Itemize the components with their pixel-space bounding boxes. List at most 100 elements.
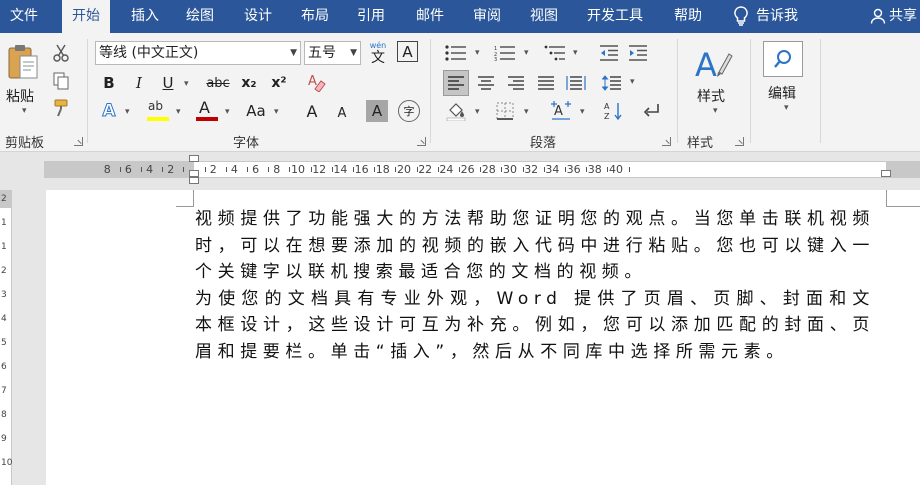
superscript-button[interactable]: x² — [268, 73, 290, 93]
align-right-icon[interactable] — [504, 71, 528, 95]
right-indent-handle[interactable] — [881, 170, 891, 177]
font-group-label: 字体 — [233, 136, 260, 151]
styles-label[interactable]: 样式 — [697, 86, 725, 106]
text-effects-dropdown-icon[interactable]: ▾ — [125, 107, 130, 117]
subscript-button[interactable]: x₂ — [238, 73, 260, 93]
shrink-font-button[interactable]: A — [331, 102, 353, 124]
vertical-ruler-label: 5 — [1, 338, 7, 348]
paste-dropdown-icon[interactable]: ▾ — [22, 106, 27, 116]
bullets-icon[interactable] — [443, 43, 469, 63]
tab-mailings[interactable]: 邮件 — [406, 0, 454, 33]
clipboard-launcher-icon[interactable] — [74, 137, 83, 146]
editing-label[interactable]: 编辑 — [768, 83, 796, 103]
distributed-icon[interactable] — [564, 71, 588, 95]
paste-label[interactable]: 粘贴 — [6, 86, 34, 106]
highlight-dropdown-icon[interactable]: ▾ — [176, 107, 181, 117]
font-color-bar — [196, 117, 218, 121]
document-paragraph[interactable]: 为使您的文档具有专业外观，Word 提供了页眉、页脚、封面和文本框设计，这些设计… — [195, 286, 875, 366]
char-border-button[interactable]: A — [397, 41, 418, 62]
tab-file[interactable]: 文件 — [0, 0, 48, 33]
chinese-layout-icon[interactable]: A — [548, 99, 574, 123]
borders-dropdown-icon[interactable]: ▾ — [524, 107, 529, 117]
font-color-dropdown-icon[interactable]: ▾ — [225, 107, 230, 117]
enclose-char-button[interactable]: 字 — [398, 100, 420, 122]
change-case-button[interactable]: Aa — [243, 100, 269, 122]
align-center-icon[interactable] — [474, 71, 498, 95]
multilevel-list-icon[interactable] — [542, 43, 568, 63]
phonetic-guide-button[interactable]: wén 文 — [366, 39, 390, 67]
font-color-button[interactable]: A — [195, 98, 219, 123]
ruler-tick — [543, 167, 545, 172]
editing-dropdown-icon[interactable]: ▾ — [784, 103, 789, 113]
sort-icon[interactable]: AZ — [602, 99, 626, 123]
font-size-combo[interactable]: 五号 ▼ — [304, 41, 361, 65]
paste-icon[interactable] — [4, 41, 42, 83]
tab-draw[interactable]: 绘图 — [176, 0, 224, 33]
paragraph-launcher-icon[interactable] — [662, 137, 671, 146]
chinese-layout-dropdown-icon[interactable]: ▾ — [580, 107, 585, 117]
highlight-button[interactable]: ab — [146, 99, 170, 123]
format-painter-icon[interactable] — [50, 97, 72, 119]
tab-layout[interactable]: 布局 — [291, 0, 339, 33]
grow-font-button[interactable]: A — [301, 100, 323, 122]
document-paragraph[interactable]: 视频提供了功能强大的方法帮助您证明您的观点。当您单击联机视频时，可以在想要添加的… — [195, 206, 875, 286]
search-icon[interactable] — [763, 41, 803, 77]
tab-references[interactable]: 引用 — [347, 0, 395, 33]
numbering-icon[interactable]: 123 — [492, 43, 518, 63]
styles-launcher-icon[interactable] — [735, 137, 744, 146]
tab-help[interactable]: 帮助 — [664, 0, 712, 33]
font-name-combo[interactable]: 等线 (中文正文) ▼ — [95, 41, 301, 65]
tab-review[interactable]: 审阅 — [463, 0, 511, 33]
share-button[interactable]: 共享 — [870, 0, 917, 33]
ruler-label: 32 — [524, 163, 539, 176]
styles-dropdown-icon[interactable]: ▾ — [713, 106, 718, 116]
vertical-ruler-label: 10 — [1, 458, 13, 468]
char-shading-button[interactable]: A — [366, 100, 388, 122]
document-body[interactable]: 视频提供了功能强大的方法帮助您证明您的观点。当您单击联机视频时，可以在想要添加的… — [195, 206, 875, 365]
ruler-tick — [565, 167, 566, 172]
vertical-ruler-label: 1 — [1, 218, 7, 228]
clear-formatting-icon[interactable]: A — [305, 71, 329, 93]
multilevel-dropdown-icon[interactable]: ▾ — [573, 48, 578, 58]
numbering-dropdown-icon[interactable]: ▾ — [524, 48, 529, 58]
vertical-ruler[interactable]: 2 1 1 2 3 4 5 6 7 8 9 10 — [0, 190, 12, 485]
document-page[interactable]: 视频提供了功能强大的方法帮助您证明您的观点。当您单击联机视频时，可以在想要添加的… — [46, 190, 920, 485]
tab-design[interactable]: 设计 — [234, 0, 282, 33]
left-indent-handle[interactable] — [189, 177, 199, 184]
tab-home[interactable]: 开始 — [62, 0, 110, 33]
decrease-indent-icon[interactable] — [597, 43, 621, 63]
ruler-tick — [522, 167, 524, 172]
cut-icon[interactable] — [50, 43, 72, 63]
bullets-dropdown-icon[interactable]: ▾ — [475, 48, 480, 58]
text-effects-button[interactable]: A — [98, 100, 120, 122]
shading-dropdown-icon[interactable]: ▾ — [475, 107, 480, 117]
line-spacing-icon[interactable] — [600, 71, 624, 95]
ruler-label: 36 — [566, 163, 581, 176]
tab-developer[interactable]: 开发工具 — [577, 0, 653, 33]
borders-icon[interactable] — [492, 99, 518, 123]
clipboard-group-label: 剪贴板 — [5, 136, 45, 151]
copy-icon[interactable] — [50, 71, 72, 91]
shading-icon[interactable] — [443, 99, 469, 123]
tell-me-box[interactable]: 告诉我 — [734, 0, 798, 33]
underline-button[interactable]: U — [158, 73, 178, 93]
tab-insert[interactable]: 插入 — [121, 0, 169, 33]
group-divider — [750, 39, 751, 143]
font-launcher-icon[interactable] — [417, 137, 426, 146]
line-spacing-dropdown-icon[interactable]: ▾ — [630, 77, 635, 87]
align-left-icon[interactable] — [443, 70, 469, 96]
change-case-dropdown-icon[interactable]: ▾ — [274, 107, 279, 117]
styles-gallery-icon[interactable]: A — [692, 41, 734, 83]
underline-dropdown-icon[interactable]: ▾ — [184, 79, 189, 89]
bold-button[interactable]: B — [99, 73, 119, 93]
show-marks-icon[interactable] — [640, 99, 664, 123]
increase-indent-icon[interactable] — [626, 43, 650, 63]
hanging-indent-handle[interactable] — [189, 170, 199, 177]
italic-button[interactable]: I — [129, 73, 149, 93]
strikethrough-button[interactable]: abc — [203, 73, 233, 93]
first-line-indent-handle[interactable] — [189, 155, 199, 162]
horizontal-ruler[interactable]: 8 6 4 2 2 4 6 8 10 12 14 16 18 20 22 24 26 28 30 32 34 36 38 40 — [44, 161, 920, 178]
svg-text:A: A — [604, 102, 610, 111]
tab-view[interactable]: 视图 — [520, 0, 568, 33]
justify-icon[interactable] — [534, 71, 558, 95]
